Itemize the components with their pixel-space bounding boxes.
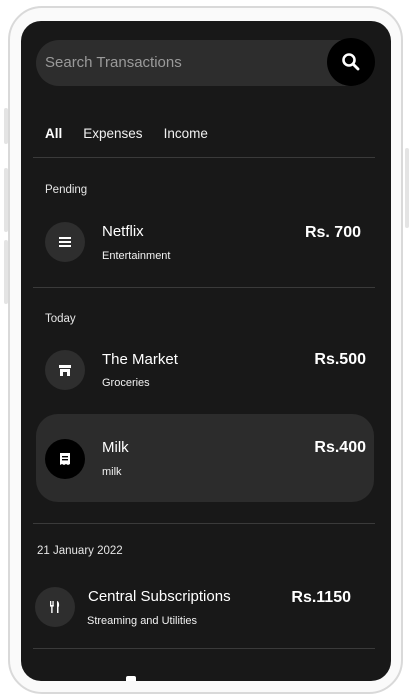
- divider: [33, 157, 375, 158]
- divider: [33, 287, 375, 288]
- filter-tabs: All Expenses Income: [45, 126, 229, 141]
- divider: [33, 523, 375, 524]
- side-button: [4, 240, 8, 304]
- transaction-amount: Rs.500: [314, 351, 366, 368]
- utensils-icon: [35, 587, 75, 627]
- search-button[interactable]: [327, 38, 375, 86]
- search-icon: [342, 53, 360, 71]
- tab-income[interactable]: Income: [164, 126, 208, 141]
- transaction-category: Entertainment: [102, 250, 171, 262]
- transaction-amount: Rs.400: [314, 439, 366, 456]
- list-icon: [45, 222, 85, 262]
- app-screen: Search Transactions All Expenses Income …: [21, 21, 391, 681]
- transaction-name: Central Subscriptions: [88, 588, 231, 605]
- divider: [33, 648, 375, 649]
- transaction-row[interactable]: The Market Groceries Rs.500: [36, 326, 374, 414]
- transaction-row[interactable]: Netflix Entertainment Rs. 700: [36, 198, 374, 286]
- side-button: [4, 168, 8, 232]
- partial-icon: [126, 676, 136, 681]
- tab-all[interactable]: All: [45, 126, 62, 141]
- receipt-icon: [45, 439, 85, 479]
- group-title-date: 21 January 2022: [37, 545, 123, 557]
- transaction-category: milk: [102, 466, 122, 478]
- transaction-row-selected[interactable]: Milk milk Rs.400: [36, 414, 374, 502]
- transaction-name: Milk: [102, 439, 129, 456]
- store-icon: [45, 350, 85, 390]
- group-title-pending: Pending: [45, 184, 88, 196]
- transaction-name: The Market: [102, 351, 178, 368]
- group-title-today: Today: [45, 313, 76, 325]
- transaction-amount: Rs. 700: [304, 224, 361, 241]
- transaction-amount: Rs.1150: [291, 589, 351, 606]
- side-button: [4, 108, 8, 144]
- transaction-category: Streaming and Utilities: [87, 615, 198, 627]
- search-input[interactable]: Search Transactions: [36, 40, 374, 86]
- side-button: [405, 148, 409, 228]
- tab-expenses[interactable]: Expenses: [83, 126, 142, 141]
- transaction-name: Netflix: [102, 223, 144, 240]
- transaction-category: Groceries: [102, 377, 150, 389]
- search-placeholder: Search Transactions: [45, 54, 182, 71]
- transaction-row[interactable]: Central Subscriptions Streaming and Util…: [23, 563, 361, 651]
